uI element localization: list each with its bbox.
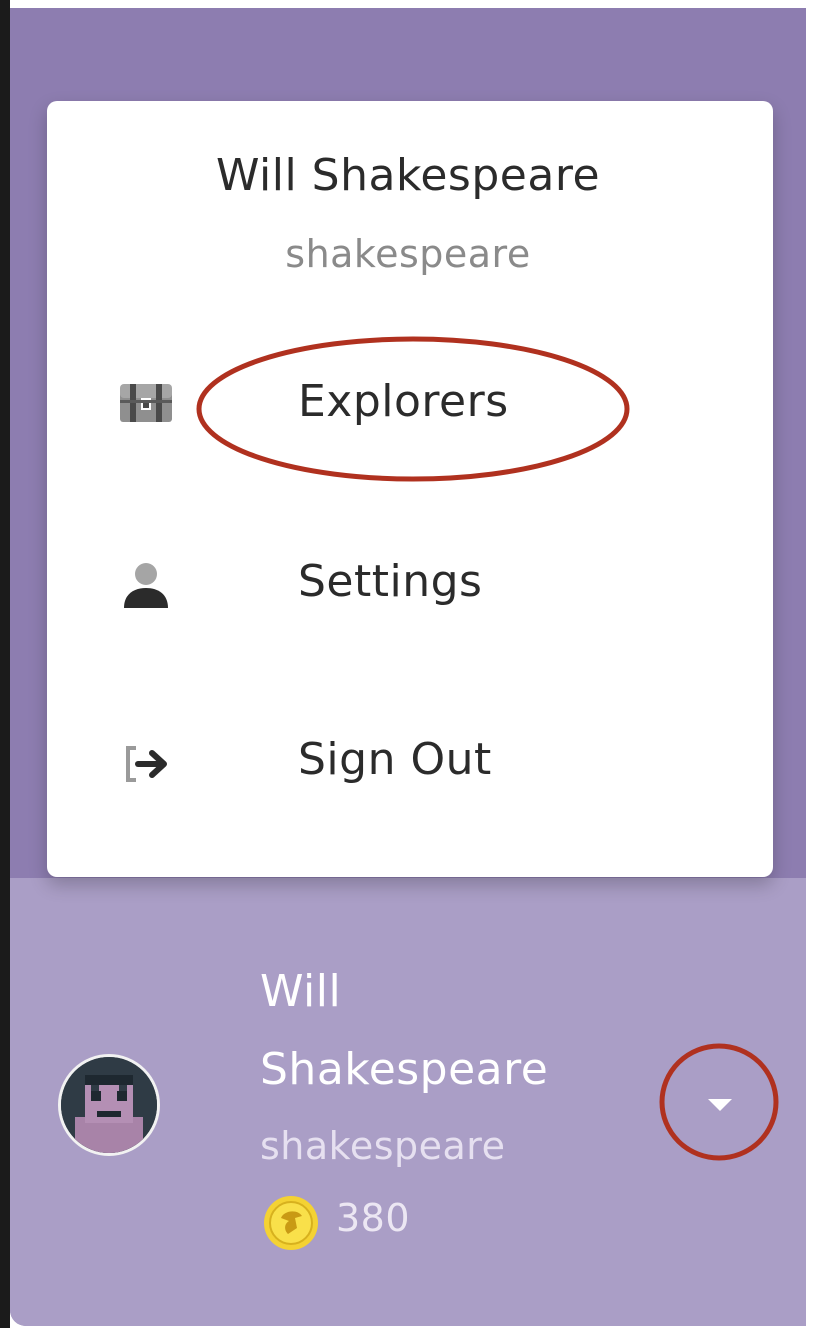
menu-item-label: Settings (298, 556, 483, 607)
sign-out-icon (126, 746, 167, 782)
profile-name-last: Shakespeare (260, 1044, 549, 1095)
profile-username: shakespeare (260, 1124, 506, 1168)
avatar[interactable] (58, 1054, 160, 1156)
highlight-ellipse (196, 336, 630, 482)
menu-item-label: Sign Out (298, 734, 492, 785)
menu-display-name: Will Shakespeare (215, 150, 601, 201)
coin-balance: 380 (336, 1196, 411, 1240)
user-icon (124, 563, 168, 608)
screen: Will Shakespeare shakespeare Explorers S… (0, 0, 816, 1344)
profile-name-first: Will (260, 966, 342, 1017)
menu-item-settings[interactable]: Settings (80, 532, 720, 642)
avatar-image (61, 1057, 157, 1153)
coin-icon (264, 1196, 318, 1250)
menu-item-sign-out[interactable]: Sign Out (80, 710, 720, 820)
menu-username: shakespeare (285, 232, 531, 276)
highlight-circle (659, 1043, 779, 1161)
treasure-chest-icon (120, 384, 172, 422)
